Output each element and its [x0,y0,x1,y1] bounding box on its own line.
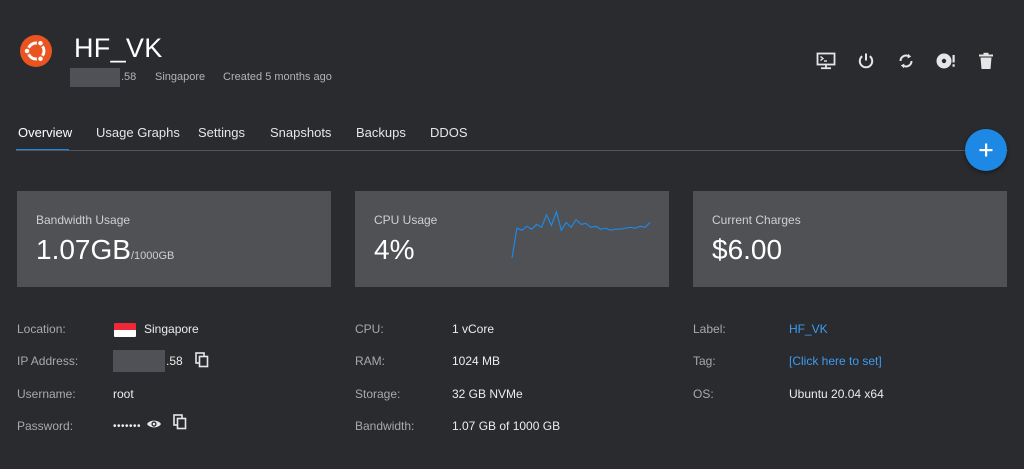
tab-settings[interactable]: Settings [198,125,245,140]
redacted-ip-mask [70,68,120,87]
detail-storage: Storage: 32 GB NVMe [355,387,675,405]
detail-label: OS: [693,387,714,401]
detail-label: Storage: [355,387,401,401]
reinstall-button[interactable] [935,50,957,72]
copy-ip-button[interactable] [195,352,209,371]
set-tag-link[interactable]: [Click here to set] [789,354,882,368]
tab-ddos[interactable]: DDOS [430,125,468,140]
copy-password-button[interactable] [173,414,187,433]
detail-value: 1 vCore [452,322,495,336]
charges-value: $6.00 [712,234,783,265]
detail-value: 1024 MB [452,354,501,368]
bandwidth-usage-card: Bandwidth Usage 1.07GB/1000GB [17,191,331,287]
redacted-ip-mask [113,350,165,372]
server-header: HF_VK .58 Singapore Created 5 months ago [0,0,1024,110]
detail-value: 1.07 GB of 1000 GB [452,419,561,433]
server-name: HF_VK [74,33,163,63]
detail-label: Label: [693,322,726,336]
restart-button[interactable] [895,50,917,72]
destroy-button[interactable] [975,50,997,72]
copy-icon [195,352,209,368]
bandwidth-limit: /1000GB [130,250,175,262]
detail-username: Username: root [17,387,337,405]
current-charges-card: Current Charges $6.00 [693,191,1007,287]
bandwidth-amount: 1.07GB [36,234,131,265]
detail-label: Location: [17,322,66,336]
server-location: Singapore [155,71,206,83]
detail-location: Location: Singapore [17,322,337,340]
ip-address-tail: .58 [121,71,137,83]
tab-divider [16,150,1008,151]
tab-backups[interactable]: Backups [356,125,406,140]
detail-password: Password: ••••••• [17,414,337,437]
add-button[interactable] [965,129,1007,171]
detail-label: Tag: [693,354,716,368]
server-created: Created 5 months ago [223,71,332,83]
detail-value: Ubuntu 20.04 x64 [789,387,884,401]
cpu-value: 4% [374,234,415,265]
detail-bandwidth: Bandwidth: 1.07 GB of 1000 GB [355,419,675,437]
tab-overview[interactable]: Overview [18,125,72,140]
cpu-sparkline [511,209,651,259]
cpu-sparkline-line [511,209,651,259]
detail-label: Bandwidth: [355,419,415,433]
detail-label: RAM: [355,354,385,368]
detail-label: IP Address: [17,354,79,368]
console-icon [816,52,836,70]
card-label: Current Charges [712,213,801,227]
restart-icon [899,53,913,69]
detail-label-field: Label: HF_VK [693,322,1013,340]
detail-label: CPU: [355,322,384,336]
detail-value: ••••••• [113,421,142,432]
tab-snapshots[interactable]: Snapshots [270,125,331,140]
singapore-flag-icon [114,323,136,337]
detail-os: OS: Ubuntu 20.04 x64 [693,387,1013,405]
detail-value: 32 GB NVMe [452,387,523,401]
card-label: Bandwidth Usage [36,213,131,227]
detail-value: root [113,387,134,401]
show-password-button[interactable] [146,417,162,434]
plus-icon [979,143,993,157]
detail-value: Singapore [144,322,199,336]
server-label-link[interactable]: HF_VK [789,322,828,336]
card-label: CPU Usage [374,213,438,227]
detail-ip-address: IP Address: .58 [17,350,337,372]
copy-icon [173,414,187,430]
console-button[interactable] [815,50,837,72]
detail-tag: Tag: [Click here to set] [693,354,1013,372]
detail-value: .58 [166,354,183,368]
eye-icon [147,420,161,428]
detail-label: Username: [17,387,76,401]
ubuntu-logo-icon [20,35,52,67]
detail-label: Password: [17,419,74,433]
reinstall-icon [936,53,955,69]
detail-cpu: CPU: 1 vCore [355,322,675,340]
power-icon [858,53,874,69]
power-button[interactable] [855,50,877,72]
server-tabs: Overview Usage Graphs Settings Snapshots… [0,112,1024,152]
detail-ram: RAM: 1024 MB [355,354,675,372]
trash-icon [979,52,993,69]
cpu-usage-card: CPU Usage 4% [355,191,669,287]
bandwidth-value: 1.07GB/1000GB [36,234,174,266]
tab-usage-graphs[interactable]: Usage Graphs [96,125,180,140]
